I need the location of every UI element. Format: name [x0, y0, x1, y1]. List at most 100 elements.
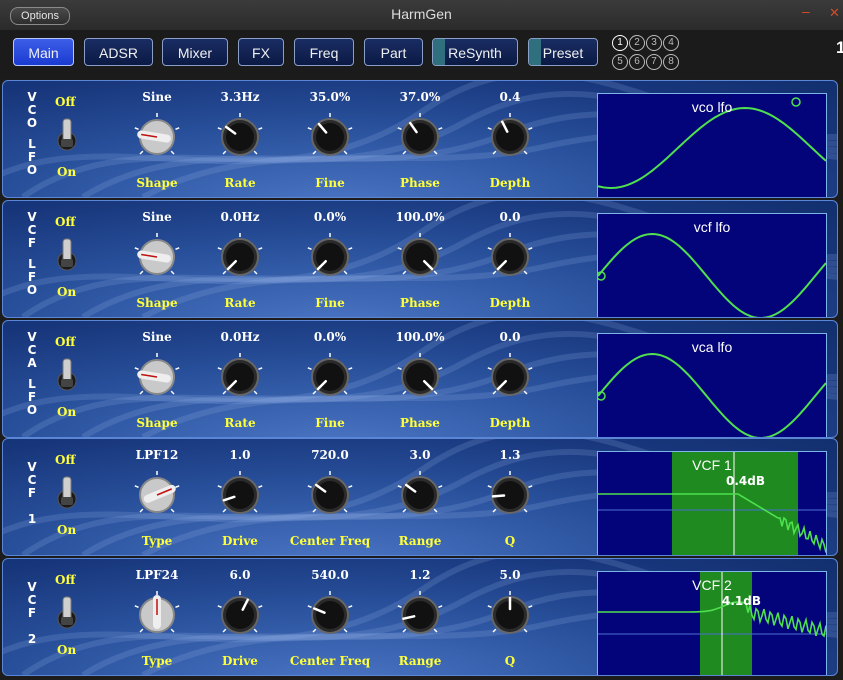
control-label: Fine	[315, 416, 345, 430]
control-value: 1.0	[229, 448, 251, 462]
control-value: 37.0%	[399, 90, 441, 104]
tab-fx[interactable]: FX	[238, 38, 284, 66]
toggle-on-label: On	[57, 523, 77, 537]
toggle-off-label: Off	[55, 215, 76, 229]
control-label: Rate	[224, 176, 256, 190]
rotary-knob[interactable]	[214, 589, 266, 641]
tab-adsr[interactable]: ADSR	[84, 38, 153, 66]
rotary-knob[interactable]	[394, 111, 446, 163]
control-value: 3.0	[409, 448, 431, 462]
row-label-char: F	[27, 486, 37, 500]
control-value: 720.0	[311, 448, 349, 462]
rotary-knob[interactable]	[394, 351, 446, 403]
control-label: Phase	[400, 296, 440, 310]
rotary-knob[interactable]	[394, 589, 446, 641]
selector-knob[interactable]	[131, 589, 183, 641]
window-title: HarmGen	[391, 6, 452, 22]
tab-label: Freq	[309, 45, 339, 61]
filter-response-display: VCF 1 0.4dB	[597, 451, 827, 555]
power-toggle-switch[interactable]	[55, 115, 79, 159]
rotary-knob[interactable]	[304, 111, 356, 163]
power-toggle-switch[interactable]	[55, 235, 79, 279]
control-value: Sine	[142, 90, 172, 104]
row-label-char: O	[26, 116, 38, 130]
selector-knob[interactable]	[131, 111, 183, 163]
toggle-off-label: Off	[55, 453, 76, 467]
rotary-knob[interactable]	[214, 469, 266, 521]
rotary-knob[interactable]	[484, 111, 536, 163]
tab-part[interactable]: Part	[364, 38, 423, 66]
rotary-knob[interactable]	[394, 469, 446, 521]
part-6-button[interactable]: 6	[629, 54, 645, 70]
row-label-char: 1	[27, 512, 37, 526]
part-4-button[interactable]: 4	[663, 35, 679, 51]
rotary-knob[interactable]	[484, 469, 536, 521]
display-title: vca lfo	[691, 339, 733, 355]
rotary-knob[interactable]	[214, 111, 266, 163]
tab-freq[interactable]: Freq	[294, 38, 354, 66]
control-label: Type	[141, 534, 173, 548]
power-toggle-switch[interactable]	[55, 593, 79, 637]
rotary-knob[interactable]	[484, 231, 536, 283]
rotary-knob[interactable]	[214, 351, 266, 403]
tab-label: ReSynth	[448, 45, 502, 61]
tab-preset[interactable]: Preset	[528, 38, 598, 66]
power-toggle-switch[interactable]	[55, 355, 79, 399]
control-label: Range	[398, 534, 442, 548]
control-label: Depth	[489, 296, 531, 310]
minimize-button[interactable]: –	[802, 3, 810, 19]
tab-main[interactable]: Main	[13, 38, 74, 66]
rotary-knob[interactable]	[484, 589, 536, 641]
gain-readout: 4.1dB	[722, 594, 761, 608]
power-toggle-switch[interactable]	[55, 473, 79, 517]
row-label-char: F	[27, 606, 37, 620]
rotary-knob[interactable]	[304, 469, 356, 521]
control-value: 0.0%	[313, 210, 347, 224]
display-title: vcf lfo	[693, 219, 731, 235]
rotary-knob[interactable]	[304, 231, 356, 283]
control-value: 5.0	[499, 568, 521, 582]
tab-label: Main	[28, 45, 59, 61]
part-3-button[interactable]: 3	[646, 35, 662, 51]
control-label: Drive	[222, 654, 258, 668]
row-vertical-label: VCF2	[25, 581, 39, 646]
panel-row-0: V C O L F O Off On Sine Shape 3.3Hz Rate 35.0% Fine 37…	[2, 80, 838, 198]
part-7-button[interactable]: 7	[646, 54, 662, 70]
control-value: LPF24	[135, 568, 179, 582]
part-1-button[interactable]: 1	[612, 35, 628, 51]
display-title: VCF 1	[692, 457, 732, 473]
control-label: Range	[398, 654, 442, 668]
rotary-knob[interactable]	[214, 231, 266, 283]
rotary-knob[interactable]	[484, 351, 536, 403]
close-button[interactable]: ✕	[829, 5, 840, 21]
control-label: Phase	[400, 176, 440, 190]
rotary-knob[interactable]	[394, 231, 446, 283]
control-label: Fine	[315, 176, 345, 190]
gain-readout: 0.4dB	[726, 474, 765, 488]
control-label: Drive	[222, 534, 258, 548]
rotary-knob[interactable]	[304, 351, 356, 403]
control-value: 0.0Hz	[220, 210, 260, 224]
rotary-knob[interactable]	[304, 589, 356, 641]
tab-stripe	[529, 39, 541, 65]
selector-knob[interactable]	[131, 231, 183, 283]
tab-resynth[interactable]: ReSynth	[432, 38, 518, 66]
row-label-char: O	[26, 163, 38, 177]
filter-response-display: VCF 2 4.1dB	[597, 571, 827, 675]
control-label: Q	[504, 534, 516, 548]
control-label: Center Freq	[289, 534, 371, 548]
row-vertical-label: VCOLFO	[25, 91, 39, 177]
tab-label: ADSR	[99, 45, 138, 61]
row-label-char: O	[26, 403, 38, 417]
toggle-on-label: On	[57, 405, 77, 419]
part-2-button[interactable]: 2	[629, 35, 645, 51]
row-label-char: O	[26, 283, 38, 297]
control-value: 0.0Hz	[220, 330, 260, 344]
selector-knob[interactable]	[131, 469, 183, 521]
part-8-button[interactable]: 8	[663, 54, 679, 70]
tab-mixer[interactable]: Mixer	[162, 38, 228, 66]
selector-knob[interactable]	[131, 351, 183, 403]
part-5-button[interactable]: 5	[612, 54, 628, 70]
control-value: 1.3	[499, 448, 521, 462]
control-label: Phase	[400, 416, 440, 430]
